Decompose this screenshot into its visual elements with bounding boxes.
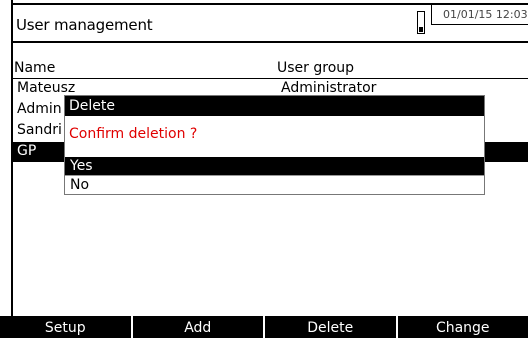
user-name: GP [17,143,36,159]
dialog-option-no[interactable]: No [65,175,484,193]
datetime: 01/01/15 12:03 [443,8,528,21]
dialog-title: Delete [65,96,484,116]
delete-button[interactable]: Delete [265,316,398,338]
dialog-option-yes[interactable]: Yes [65,157,484,175]
battery-level [419,27,423,32]
delete-confirm-dialog: Delete Confirm deletion ? Yes No [64,95,485,195]
user-name: Admin [17,101,62,117]
dialog-message: Confirm deletion ? [69,126,197,142]
user-name: Sandri [17,122,62,138]
column-header-user-group: User group [277,60,354,76]
battery-icon [417,11,425,34]
clock-box: 01/01/15 12:03 [431,5,528,25]
user-group: Administrator [281,80,376,96]
table-header: Name User group [13,60,528,79]
add-button[interactable]: Add [133,316,266,338]
softkey-bar: Setup Add Delete Change [0,316,528,338]
user-name: Mateusz [17,80,75,96]
title-bar: User management 01/01/15 12:03 [13,3,528,43]
page-title: User management [16,16,152,34]
setup-button[interactable]: Setup [0,316,133,338]
change-button[interactable]: Change [398,316,528,338]
column-header-name: Name [14,60,55,76]
